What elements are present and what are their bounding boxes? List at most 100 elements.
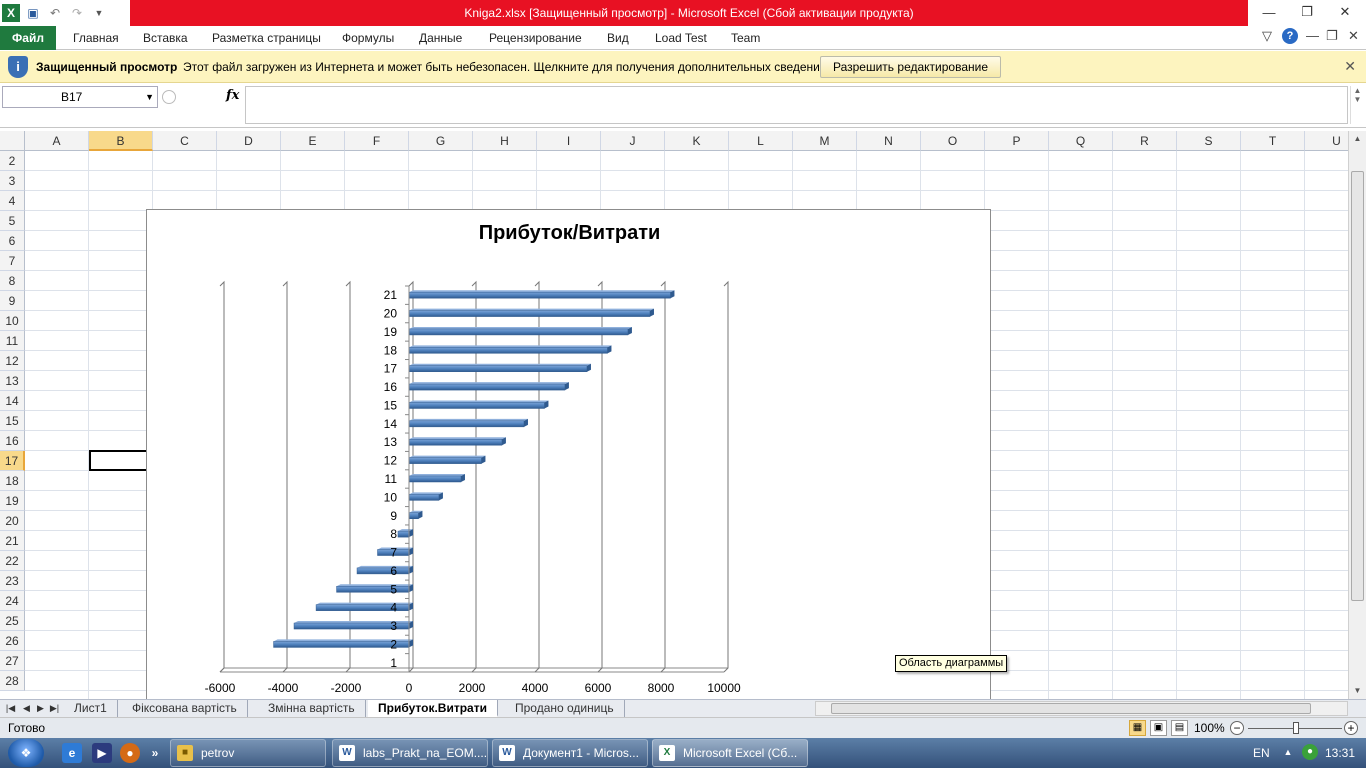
sheet-tab-1[interactable]: Лист1 bbox=[64, 700, 118, 717]
tab-page-layout[interactable]: Разметка страницы bbox=[212, 26, 321, 50]
row-header-7[interactable]: 7 bbox=[0, 251, 25, 271]
chart-area[interactable]: Прибуток/Витрати -6000 -4000 -2000 0 2000 400… bbox=[146, 209, 991, 701]
taskbar-app-word-1[interactable]: W labs_Prakt_na_EOM.... bbox=[332, 739, 488, 767]
normal-view-icon[interactable]: ▦ bbox=[1129, 720, 1146, 736]
row-header-22[interactable]: 22 bbox=[0, 551, 25, 571]
row-header-9[interactable]: 9 bbox=[0, 291, 25, 311]
sheet-tab-5[interactable]: Продано одиниць bbox=[505, 700, 625, 717]
row-header-27[interactable]: 27 bbox=[0, 651, 25, 671]
row-header-12[interactable]: 12 bbox=[0, 351, 25, 371]
name-box[interactable]: B17 ▼ bbox=[2, 86, 158, 108]
row-header-18[interactable]: 18 bbox=[0, 471, 25, 491]
column-header-m[interactable]: M bbox=[793, 131, 857, 151]
plot-area[interactable]: -6000 -4000 -2000 0 2000 4000 6000 8000 10000123… bbox=[147, 210, 991, 701]
column-header-p[interactable]: P bbox=[985, 131, 1049, 151]
restore-icon[interactable]: ❐ bbox=[1292, 0, 1322, 24]
sheet-tab-2[interactable]: Фіксована вартість bbox=[122, 700, 248, 717]
last-sheet-icon[interactable]: ▶| bbox=[48, 701, 61, 716]
column-header-t[interactable]: T bbox=[1241, 131, 1305, 151]
first-sheet-icon[interactable]: |◀ bbox=[4, 701, 17, 716]
tray-clock[interactable]: 13:31 bbox=[1325, 746, 1355, 760]
tray-arrow-icon[interactable]: ▲ bbox=[1282, 746, 1294, 758]
row-header-20[interactable]: 20 bbox=[0, 511, 25, 531]
media-player-icon[interactable]: ▶ bbox=[92, 743, 112, 763]
tab-load-test[interactable]: Load Test bbox=[655, 26, 707, 50]
row-header-3[interactable]: 3 bbox=[0, 171, 25, 191]
next-sheet-icon[interactable]: ▶ bbox=[34, 701, 47, 716]
redo-icon[interactable]: ↷ bbox=[68, 4, 86, 22]
column-header-n[interactable]: N bbox=[857, 131, 921, 151]
start-button[interactable]: ❖ bbox=[8, 739, 44, 767]
row-header-16[interactable]: 16 bbox=[0, 431, 25, 451]
minimize-icon[interactable]: — bbox=[1254, 0, 1284, 24]
tab-insert[interactable]: Вставка bbox=[143, 26, 188, 50]
select-all-corner[interactable] bbox=[0, 131, 25, 151]
column-header-j[interactable]: J bbox=[601, 131, 665, 151]
zoom-in-icon[interactable]: + bbox=[1344, 721, 1358, 735]
zoom-level[interactable]: 100% bbox=[1194, 721, 1225, 735]
horizontal-scroll-thumb[interactable] bbox=[831, 703, 1311, 714]
formula-bar-scroll[interactable]: ▲ ▼ bbox=[1350, 86, 1364, 124]
tab-data[interactable]: Данные bbox=[419, 26, 462, 50]
close-protected-bar-icon[interactable]: ✕ bbox=[1344, 58, 1356, 75]
column-header-s[interactable]: S bbox=[1177, 131, 1241, 151]
page-break-view-icon[interactable]: ▤ bbox=[1171, 720, 1188, 736]
column-header-r[interactable]: R bbox=[1113, 131, 1177, 151]
page-layout-view-icon[interactable]: ▣ bbox=[1150, 720, 1167, 736]
row-header-24[interactable]: 24 bbox=[0, 591, 25, 611]
row-header-2[interactable]: 2 bbox=[0, 151, 25, 171]
taskbar-app-word-2[interactable]: W Документ1 - Micros... bbox=[492, 739, 648, 767]
expand-handle-icon[interactable] bbox=[162, 90, 176, 104]
zoom-out-icon[interactable]: − bbox=[1230, 721, 1244, 735]
column-header-k[interactable]: K bbox=[665, 131, 729, 151]
row-header-23[interactable]: 23 bbox=[0, 571, 25, 591]
prev-sheet-icon[interactable]: ◀ bbox=[20, 701, 33, 716]
row-header-17[interactable]: 17 bbox=[0, 451, 25, 471]
customize-qat-icon[interactable]: ▼ bbox=[90, 4, 108, 22]
row-header-26[interactable]: 26 bbox=[0, 631, 25, 651]
doc-close-icon[interactable]: ✕ bbox=[1348, 28, 1359, 44]
column-header-h[interactable]: H bbox=[473, 131, 537, 151]
minimize-ribbon-icon[interactable]: ▽ bbox=[1262, 28, 1272, 44]
tab-team[interactable]: Team bbox=[731, 26, 760, 50]
row-header-13[interactable]: 13 bbox=[0, 371, 25, 391]
tab-formulas[interactable]: Формулы bbox=[342, 26, 394, 50]
help-icon[interactable]: ? bbox=[1282, 28, 1298, 44]
tab-view[interactable]: Вид bbox=[607, 26, 629, 50]
column-header-b[interactable]: B bbox=[89, 131, 153, 151]
taskbar-app-folder[interactable]: ■ petrov bbox=[170, 739, 326, 767]
vertical-scroll-thumb[interactable] bbox=[1351, 171, 1364, 601]
ie-icon[interactable]: e bbox=[62, 743, 82, 763]
column-header-a[interactable]: A bbox=[25, 131, 89, 151]
taskbar-more-icon[interactable]: » bbox=[148, 743, 162, 763]
language-indicator[interactable]: EN bbox=[1253, 746, 1270, 760]
doc-minimize-icon[interactable]: — bbox=[1306, 28, 1319, 43]
row-header-4[interactable]: 4 bbox=[0, 191, 25, 211]
name-box-dropdown-icon[interactable]: ▼ bbox=[145, 87, 154, 107]
tab-review[interactable]: Рецензирование bbox=[489, 26, 582, 50]
row-header-21[interactable]: 21 bbox=[0, 531, 25, 551]
column-header-e[interactable]: E bbox=[281, 131, 345, 151]
vertical-scrollbar[interactable]: ▲ ▼ bbox=[1348, 131, 1366, 699]
zoom-knob[interactable] bbox=[1293, 722, 1299, 734]
save-icon[interactable]: ▣ bbox=[24, 4, 42, 22]
column-header-u[interactable]: U bbox=[1305, 131, 1348, 151]
undo-icon[interactable]: ↶ bbox=[46, 4, 64, 22]
enable-editing-button[interactable]: Разрешить редактирование bbox=[820, 56, 1001, 78]
column-header-d[interactable]: D bbox=[217, 131, 281, 151]
row-header-10[interactable]: 10 bbox=[0, 311, 25, 331]
row-header-11[interactable]: 11 bbox=[0, 331, 25, 351]
firefox-icon[interactable]: ● bbox=[120, 743, 140, 763]
row-header-8[interactable]: 8 bbox=[0, 271, 25, 291]
column-header-l[interactable]: L bbox=[729, 131, 793, 151]
column-header-g[interactable]: G bbox=[409, 131, 473, 151]
row-header-19[interactable]: 19 bbox=[0, 491, 25, 511]
column-header-c[interactable]: C bbox=[153, 131, 217, 151]
taskbar-app-excel[interactable]: X Microsoft Excel (Сб... bbox=[652, 739, 808, 767]
tray-app-icon[interactable]: ● bbox=[1302, 744, 1318, 760]
close-icon[interactable]: ✕ bbox=[1330, 0, 1360, 24]
sheet-tab-4[interactable]: Прибуток.Витрати bbox=[368, 700, 498, 717]
excel-app-icon[interactable]: X bbox=[2, 4, 20, 22]
zoom-slider[interactable]: − + bbox=[1230, 721, 1360, 736]
horizontal-scrollbar[interactable] bbox=[815, 701, 1348, 716]
